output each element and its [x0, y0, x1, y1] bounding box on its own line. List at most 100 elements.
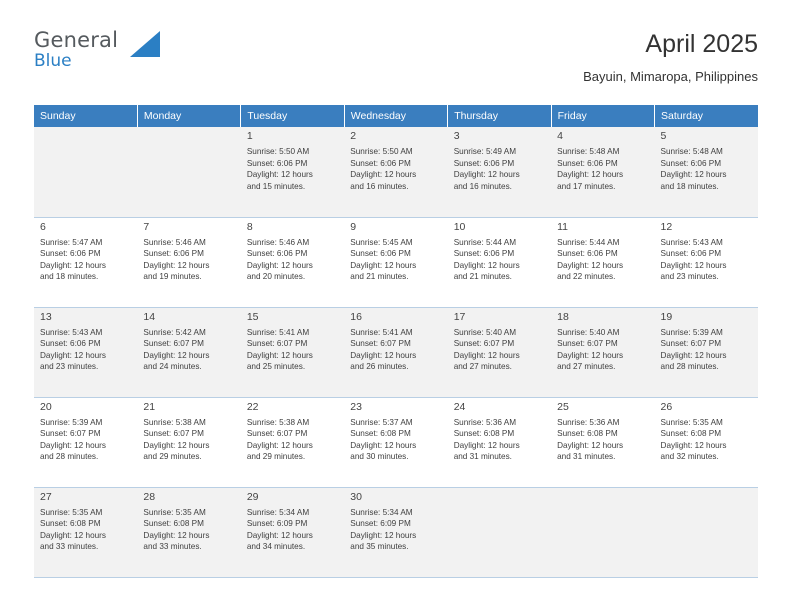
day-info-line: Sunrise: 5:40 AM	[557, 327, 620, 337]
day-number: 5	[660, 130, 667, 142]
day-number: 13	[40, 310, 52, 323]
calendar-day-cell[interactable]: 20 Sunrise: 5:39 AM Sunset: 6:07 PM Dayligh…	[34, 397, 138, 488]
calendar-day-cell[interactable]: 10 Sunrise: 5:44 AM Sunset: 6:06 PM Dayligh…	[447, 217, 552, 308]
calendar-day-cell[interactable]: 24 Sunrise: 5:36 AM Sunset: 6:08 PM Dayligh…	[447, 397, 552, 488]
day-cell-content: 20 Sunrise: 5:39 AM Sunset: 6:07 PM Dayligh…	[34, 398, 137, 487]
calendar-day-cell[interactable]: 22 Sunrise: 5:38 AM Sunset: 6:07 PM Dayligh…	[240, 397, 345, 488]
calendar-week-row: 13 Sunrise: 5:43 AM Sunset: 6:06 PM Dayligh…	[34, 307, 758, 398]
day-cell-content: 28 Sunrise: 5:35 AM Sunset: 6:08 PM Dayligh…	[137, 488, 240, 577]
calendar-day-cell[interactable]: 15 Sunrise: 5:41 AM Sunset: 6:07 PM Dayligh…	[240, 307, 345, 398]
day-info-line: and 30 minutes.	[350, 452, 409, 462]
calendar-day-cell[interactable]: 23 Sunrise: 5:37 AM Sunset: 6:08 PM Dayligh…	[344, 397, 448, 488]
calendar-day-cell[interactable]: 14 Sunrise: 5:42 AM Sunset: 6:07 PM Dayligh…	[137, 307, 241, 398]
day-info-line: Daylight: 12 hours	[246, 260, 313, 270]
day-info-line: Sunrise: 5:43 AM	[660, 237, 723, 247]
calendar-day-cell[interactable]: 4 Sunrise: 5:48 AM Sunset: 6:06 PM Daylight…	[551, 127, 655, 218]
day-cell-content	[34, 127, 137, 217]
calendar-page: General Blue April 2025 Bayuin, Mimaropa…	[0, 0, 792, 612]
calendar-day-cell[interactable]: 28 Sunrise: 5:35 AM Sunset: 6:08 PM Dayligh…	[137, 487, 241, 578]
day-info-line: Sunset: 6:06 PM	[350, 249, 411, 259]
day-info-line: and 16 minutes.	[350, 181, 409, 191]
day-info-line: Sunrise: 5:46 AM	[246, 237, 310, 247]
day-info-line: Sunrise: 5:44 AM	[453, 237, 517, 247]
day-cell-content: 5 Sunrise: 5:48 AM Sunset: 6:06 PM Daylight…	[655, 127, 758, 217]
day-number: 30	[350, 490, 362, 503]
calendar-empty-cell	[34, 127, 138, 218]
calendar-day-cell[interactable]: 3 Sunrise: 5:49 AM Sunset: 6:06 PM Daylight…	[447, 127, 552, 218]
day-info-line: Sunrise: 5:36 AM	[557, 417, 620, 427]
day-info-line: Daylight: 12 hours	[557, 440, 624, 450]
day-info-line: Daylight: 12 hours	[453, 440, 520, 450]
day-info-line: and 21 minutes.	[453, 272, 512, 282]
day-cell-content: 25 Sunrise: 5:36 AM Sunset: 6:08 PM Dayligh…	[551, 398, 654, 487]
day-sun-info: Sunrise: 5:46 AM Sunset: 6:06 PM Daylight:…	[143, 237, 235, 283]
calendar-day-cell[interactable]: 18 Sunrise: 5:40 AM Sunset: 6:07 PM Dayligh…	[551, 307, 655, 398]
day-info-line: Daylight: 12 hours	[350, 260, 417, 270]
calendar-week-row: 20 Sunrise: 5:39 AM Sunset: 6:07 PM Dayligh…	[34, 397, 758, 488]
day-info-line: Sunset: 6:06 PM	[453, 158, 515, 168]
day-info-line: and 19 minutes.	[143, 272, 202, 282]
calendar-day-cell[interactable]: 27 Sunrise: 5:35 AM Sunset: 6:08 PM Dayligh…	[34, 487, 138, 578]
calendar-day-cell[interactable]: 13 Sunrise: 5:43 AM Sunset: 6:06 PM Dayligh…	[34, 307, 138, 398]
calendar-day-cell[interactable]: 8 Sunrise: 5:46 AM Sunset: 6:06 PM Daylight…	[240, 217, 345, 308]
calendar-day-cell[interactable]: 30 Sunrise: 5:34 AM Sunset: 6:09 PM Dayligh…	[344, 487, 448, 578]
calendar-day-cell[interactable]: 17 Sunrise: 5:40 AM Sunset: 6:07 PM Dayligh…	[447, 307, 552, 398]
logo-text-general: General	[34, 28, 119, 52]
day-info-line: Sunset: 6:07 PM	[40, 429, 101, 439]
calendar-day-cell[interactable]: 25 Sunrise: 5:36 AM Sunset: 6:08 PM Dayligh…	[551, 397, 655, 488]
day-info-line: Sunrise: 5:35 AM	[660, 417, 723, 427]
day-info-line: and 28 minutes.	[660, 362, 719, 372]
day-info-line: Daylight: 12 hours	[40, 440, 106, 450]
calendar-day-cell[interactable]: 19 Sunrise: 5:39 AM Sunset: 6:07 PM Dayligh…	[654, 307, 758, 398]
day-info-line: Sunset: 6:07 PM	[350, 339, 411, 349]
day-cell-content: 15 Sunrise: 5:41 AM Sunset: 6:07 PM Dayligh…	[241, 308, 344, 397]
logo-triangle-icon	[130, 31, 160, 57]
day-info-line: and 29 minutes.	[143, 452, 202, 462]
weekday-header-friday: Friday	[551, 105, 656, 127]
day-number: 18	[557, 310, 569, 323]
calendar-day-cell[interactable]: 7 Sunrise: 5:46 AM Sunset: 6:06 PM Daylight…	[137, 217, 241, 308]
day-info-line: Daylight: 12 hours	[40, 350, 106, 360]
day-info-line: Sunset: 6:07 PM	[557, 339, 618, 349]
calendar-day-cell[interactable]: 12 Sunrise: 5:43 AM Sunset: 6:06 PM Dayligh…	[654, 217, 758, 308]
day-sun-info: Sunrise: 5:39 AM Sunset: 6:07 PM Daylight:…	[661, 327, 753, 373]
day-cell-content: 14 Sunrise: 5:42 AM Sunset: 6:07 PM Dayligh…	[137, 308, 240, 397]
calendar-day-cell[interactable]: 11 Sunrise: 5:44 AM Sunset: 6:06 PM Dayligh…	[551, 217, 655, 308]
calendar-day-cell[interactable]: 1 Sunrise: 5:50 AM Sunset: 6:06 PM Daylight…	[240, 127, 345, 218]
day-info-line: and 23 minutes.	[660, 272, 719, 282]
day-info-line: Sunrise: 5:38 AM	[246, 417, 310, 427]
day-sun-info: Sunrise: 5:41 AM Sunset: 6:07 PM Daylight:…	[350, 327, 442, 373]
day-sun-info: Sunrise: 5:49 AM Sunset: 6:06 PM Daylight:…	[454, 146, 546, 192]
calendar-day-cell[interactable]: 21 Sunrise: 5:38 AM Sunset: 6:07 PM Dayligh…	[137, 397, 241, 488]
calendar-day-cell[interactable]: 2 Sunrise: 5:50 AM Sunset: 6:06 PM Daylight…	[344, 127, 448, 218]
day-info-line: Daylight: 12 hours	[350, 170, 417, 180]
page-title: April 2025	[645, 30, 758, 58]
day-info-line: Sunset: 6:08 PM	[40, 519, 101, 529]
calendar-table: Sunday Monday Tuesday Wednesday Thursday…	[34, 105, 758, 578]
day-info-line: Daylight: 12 hours	[143, 530, 210, 540]
day-info-line: and 24 minutes.	[143, 362, 202, 372]
day-number: 6	[40, 220, 46, 233]
day-info-line: and 23 minutes.	[40, 362, 99, 372]
day-info-line: Sunrise: 5:49 AM	[453, 147, 517, 156]
day-cell-content: 16 Sunrise: 5:41 AM Sunset: 6:07 PM Dayligh…	[344, 308, 447, 397]
calendar-day-cell[interactable]: 5 Sunrise: 5:48 AM Sunset: 6:06 PM Daylight…	[654, 127, 758, 218]
day-info-line: Sunrise: 5:36 AM	[453, 417, 517, 427]
day-sun-info: Sunrise: 5:40 AM Sunset: 6:07 PM Daylight:…	[557, 327, 649, 373]
calendar-day-cell[interactable]: 26 Sunrise: 5:35 AM Sunset: 6:08 PM Dayligh…	[654, 397, 758, 488]
day-cell-content: 18 Sunrise: 5:40 AM Sunset: 6:07 PM Dayligh…	[551, 308, 654, 397]
day-info-line: Sunrise: 5:48 AM	[660, 147, 723, 156]
day-info-line: and 17 minutes.	[557, 181, 616, 191]
day-sun-info: Sunrise: 5:37 AM Sunset: 6:08 PM Daylight:…	[350, 417, 442, 463]
day-info-line: Sunset: 6:07 PM	[143, 429, 204, 439]
calendar-day-cell[interactable]: 6 Sunrise: 5:47 AM Sunset: 6:06 PM Daylight…	[34, 217, 138, 308]
day-number: 29	[246, 490, 259, 503]
day-info-line: Daylight: 12 hours	[660, 170, 727, 180]
day-cell-content: 13 Sunrise: 5:43 AM Sunset: 6:06 PM Dayligh…	[34, 308, 137, 397]
calendar-day-cell[interactable]: 16 Sunrise: 5:41 AM Sunset: 6:07 PM Dayligh…	[344, 307, 448, 398]
day-info-line: Sunset: 6:06 PM	[246, 158, 308, 168]
day-info-line: Sunrise: 5:42 AM	[143, 327, 206, 337]
day-cell-content	[448, 488, 551, 577]
calendar-day-cell[interactable]: 9 Sunrise: 5:45 AM Sunset: 6:06 PM Daylight…	[344, 217, 448, 308]
calendar-day-cell[interactable]: 29 Sunrise: 5:34 AM Sunset: 6:09 PM Dayligh…	[240, 487, 345, 578]
